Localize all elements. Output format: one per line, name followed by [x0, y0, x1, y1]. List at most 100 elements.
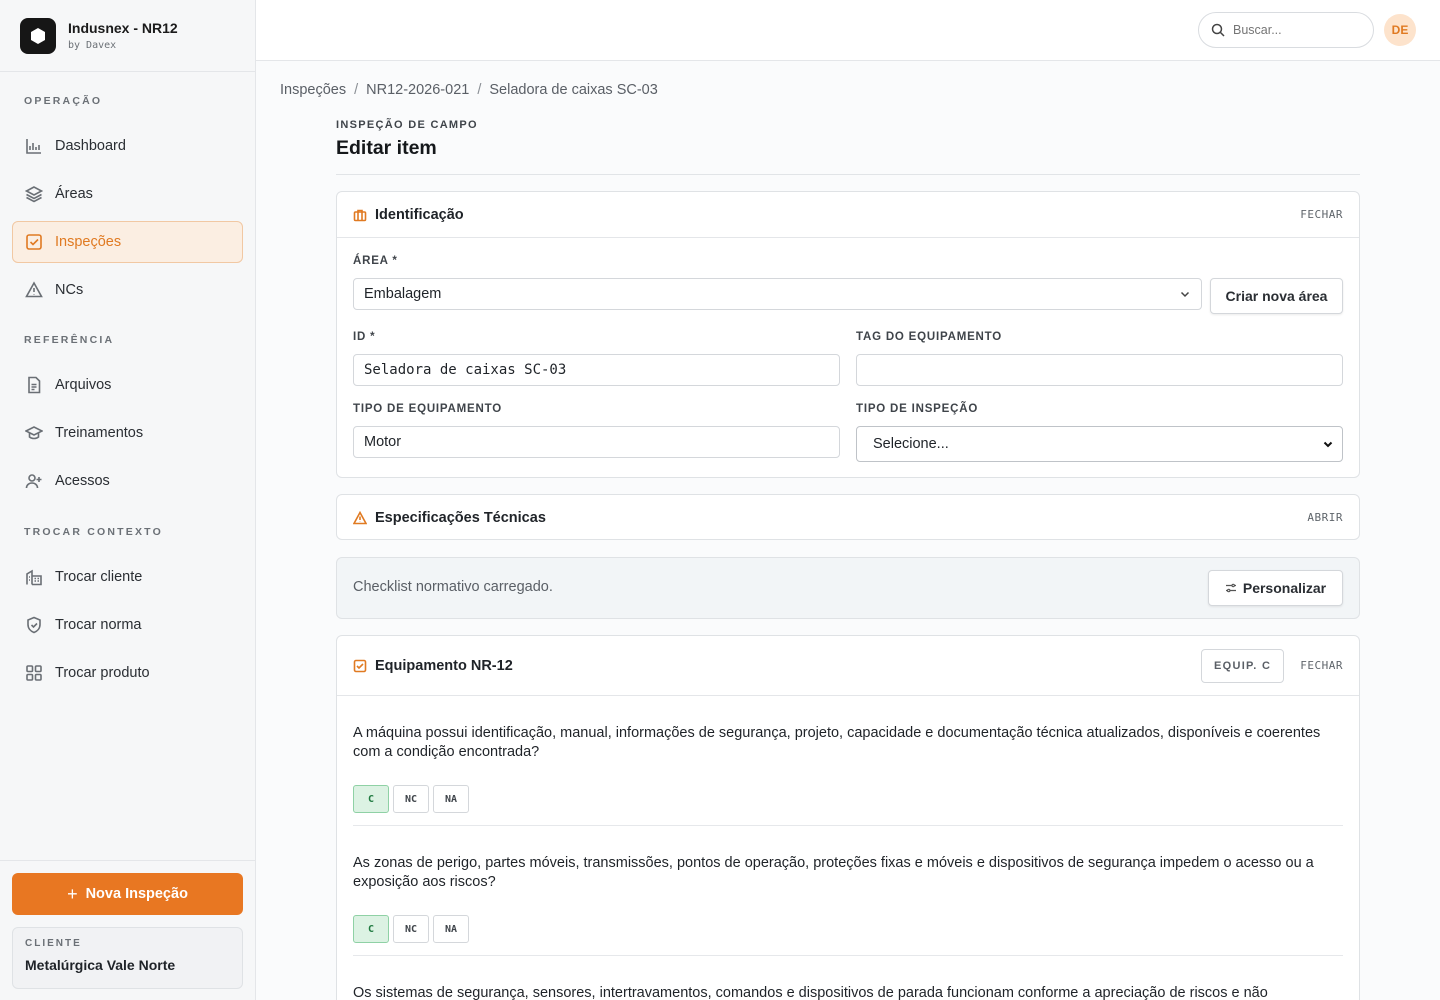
new-inspection-button[interactable]: + Nova Inspeção [12, 873, 243, 915]
sidebar-footer: + Nova Inspeção CLIENTE Metalúrgica Vale… [0, 860, 255, 1000]
checklist-question: Os sistemas de segurança, sensores, inte… [353, 956, 1343, 1000]
checkbox-icon [26, 234, 42, 250]
nav-heading-contexto: TROCAR CONTEXTO [24, 526, 163, 538]
graduation-icon [25, 426, 43, 440]
sidebar-item-label: NCs [55, 282, 84, 298]
equipamento-card: Equipamento NR-12 EQUIP. C FECHAR A máqu… [336, 635, 1360, 1000]
plus-icon: + [67, 884, 78, 904]
grid-icon [26, 665, 42, 681]
personalizar-label: Personalizar [1242, 580, 1327, 596]
equipamento-toggle[interactable]: FECHAR [1300, 659, 1343, 672]
sidebar-item-acessos[interactable]: Acessos [12, 460, 243, 502]
sidebar-item-ncs[interactable]: NCs [12, 269, 243, 311]
answer-c-button[interactable]: C [353, 915, 389, 943]
checklist-banner: Checklist normativo carregado. Personali… [336, 557, 1360, 619]
briefcase-icon [353, 209, 367, 221]
especificacoes-toggle[interactable]: ABRIR [1307, 511, 1343, 524]
id-field[interactable]: Seladora de caixas SC-03 [353, 354, 840, 386]
chart-icon [26, 139, 41, 154]
sidebar-item-treinamentos[interactable]: Treinamentos [12, 412, 243, 454]
tag-label: TAG DO EQUIPAMENTO [856, 331, 1003, 343]
page-title: Editar item [336, 137, 437, 159]
tipo-inspecao-select[interactable]: Selecione... [856, 426, 1343, 462]
nav-heading-operacao: OPERAÇÃO [24, 95, 103, 107]
identificacao-card: Identificação FECHAR ÁREA * Embalagem Cr… [336, 191, 1360, 478]
answer-nc-button[interactable]: NC [393, 915, 429, 943]
checklist-questions: A máquina possui identificação, manual, … [337, 695, 1359, 1000]
identificacao-toggle[interactable]: FECHAR [1300, 208, 1343, 221]
file-icon [28, 376, 41, 394]
tipo-equipamento-label: TIPO DE EQUIPAMENTO [353, 403, 502, 415]
checklist-question: As zonas de perigo, partes móveis, trans… [353, 826, 1343, 956]
sidebar-item-label: Inspeções [55, 234, 122, 250]
breadcrumb-item-inspecoes[interactable]: Inspeções [280, 82, 346, 98]
tipo-inspecao-label: TIPO DE INSPEÇÃO [856, 403, 979, 415]
brand[interactable]: Indusnex - NR12 by Davex [0, 0, 255, 72]
breadcrumb: Inspeções / NR12-2026-021 / Seladora de … [280, 82, 658, 98]
checkbox-icon [353, 659, 367, 672]
answer-c-button[interactable]: C [353, 785, 389, 813]
question-text: A máquina possui identificação, manual, … [353, 725, 1321, 760]
especificacoes-card: Especificações Técnicas ABRIR [336, 494, 1360, 540]
sidebar-item-arquivos[interactable]: Arquivos [12, 364, 243, 406]
id-label: ID * [353, 331, 376, 343]
search-icon [1211, 23, 1225, 37]
sliders-icon [1225, 583, 1236, 593]
area-select[interactable]: Embalagem [353, 278, 1202, 310]
sidebar-item-label: Áreas [55, 186, 93, 202]
nav-heading-referencia: REFERÊNCIA [24, 334, 115, 346]
answer-na-button[interactable]: NA [433, 915, 469, 943]
client-name: Metalúrgica Vale Norte [25, 957, 176, 973]
sidebar-item-dashboard[interactable]: Dashboard [12, 125, 243, 167]
equipamento-header[interactable]: Equipamento NR-12 EQUIP. C FECHAR [337, 636, 1359, 695]
sidebar-item-trocar-cliente[interactable]: Trocar cliente [12, 556, 243, 598]
especificacoes-title: Especificações Técnicas [375, 509, 546, 526]
answer-options: C NC NA [353, 785, 1343, 813]
checklist-status: Checklist normativo carregado. [353, 579, 553, 595]
sidebar-item-trocar-produto[interactable]: Trocar produto [12, 652, 243, 694]
divider [336, 174, 1360, 175]
breadcrumb-separator: / [354, 82, 359, 98]
sidebar-item-label: Trocar cliente [55, 569, 143, 585]
especificacoes-header[interactable]: Especificações Técnicas ABRIR [337, 495, 1359, 540]
question-text: As zonas de perigo, partes móveis, trans… [353, 855, 1314, 890]
sidebar-item-label: Arquivos [55, 377, 112, 393]
identificacao-header[interactable]: Identificação FECHAR [337, 192, 1359, 237]
client-card[interactable]: CLIENTE Metalúrgica Vale Norte [12, 927, 243, 989]
warning-icon [25, 281, 43, 298]
equip-class-badge[interactable]: EQUIP. C [1200, 648, 1285, 683]
tag-field[interactable] [856, 354, 1343, 386]
breadcrumb-separator: / [477, 82, 482, 98]
brand-logo-icon [20, 17, 56, 54]
brand-subtitle: by Davex [68, 40, 117, 51]
checklist-question: A máquina possui identificação, manual, … [353, 696, 1343, 826]
sidebar-item-areas[interactable]: Áreas [12, 173, 243, 215]
shield-icon [27, 616, 41, 634]
question-text: Os sistemas de segurança, sensores, inte… [353, 985, 1268, 1000]
search-box[interactable] [1198, 12, 1374, 48]
sidebar-item-label: Treinamentos [55, 425, 144, 441]
warning-icon [353, 510, 367, 524]
identificacao-title: Identificação [375, 206, 464, 223]
answer-options: C NC NA [353, 915, 1343, 943]
tipo-inspecao-value: Selecione... [873, 436, 949, 452]
user-plus-icon [25, 474, 42, 489]
search-input[interactable] [1233, 23, 1353, 37]
new-inspection-label: Nova Inspeção [85, 886, 188, 902]
answer-nc-button[interactable]: NC [393, 785, 429, 813]
sidebar-item-label: Trocar produto [55, 665, 150, 681]
sidebar-item-inspecoes[interactable]: Inspeções [12, 221, 243, 263]
avatar[interactable]: DE [1384, 14, 1416, 46]
sidebar: Indusnex - NR12 by Davex OPERAÇÃO Dashbo… [0, 0, 256, 1000]
chevron-down-icon [1323, 441, 1333, 448]
answer-na-button[interactable]: NA [433, 785, 469, 813]
sidebar-item-label: Acessos [55, 473, 110, 489]
building-icon [26, 569, 42, 586]
sidebar-item-trocar-norma[interactable]: Trocar norma [12, 604, 243, 646]
tipo-equipamento-field[interactable]: Motor [353, 426, 840, 458]
breadcrumb-item-inspection-id[interactable]: NR12-2026-021 [366, 82, 469, 98]
client-label: CLIENTE [25, 938, 82, 949]
create-area-button[interactable]: Criar nova área [1210, 278, 1343, 314]
personalizar-button[interactable]: Personalizar [1208, 570, 1343, 606]
area-value: Embalagem [364, 286, 442, 302]
